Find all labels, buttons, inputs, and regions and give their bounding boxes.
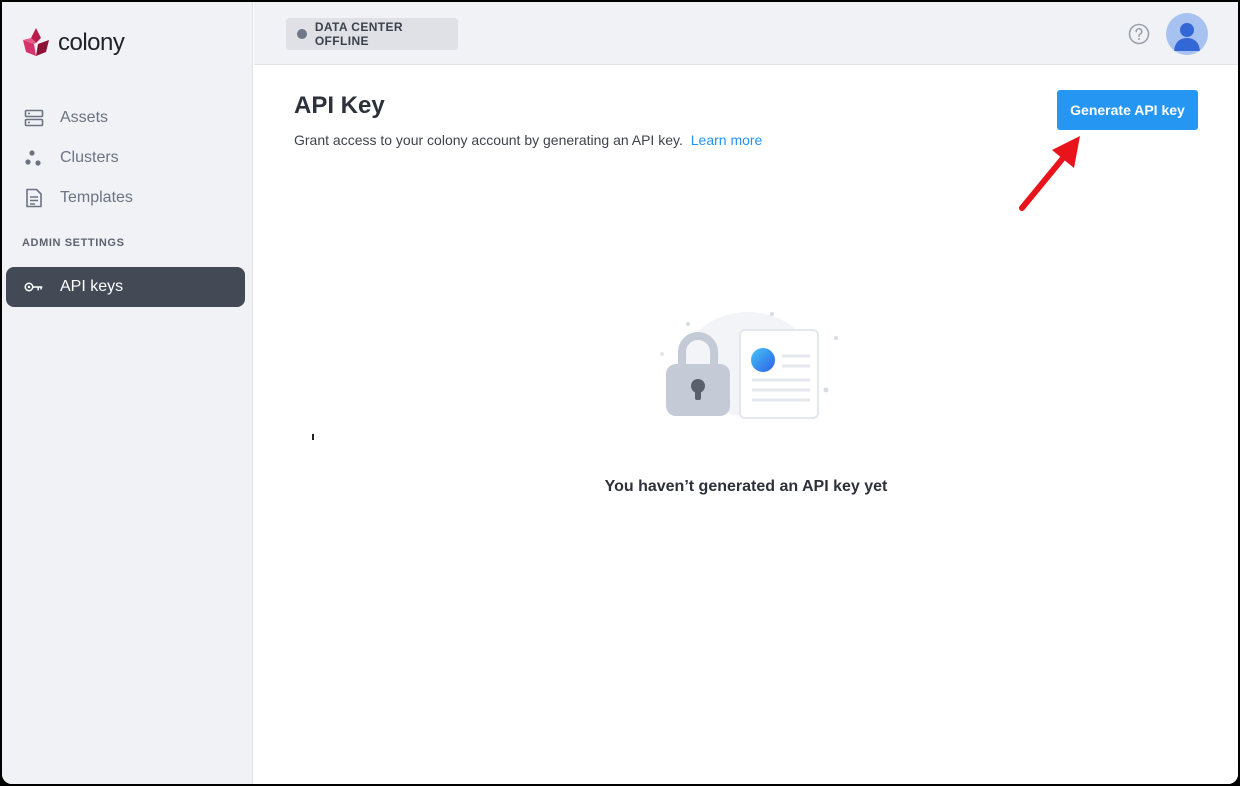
sidebar-item-label: API keys bbox=[60, 278, 124, 295]
admin-settings-heading: ADMIN SETTINGS bbox=[22, 237, 125, 249]
user-avatar-icon[interactable] bbox=[1166, 13, 1208, 55]
sidebar: colony Assets Clusters Templates ADMIN S… bbox=[2, 2, 253, 784]
sidebar-item-clusters[interactable]: Clusters bbox=[6, 138, 245, 178]
status-badge: DATA CENTER OFFLINE bbox=[286, 18, 458, 50]
brand-name: colony bbox=[58, 29, 125, 56]
status-badge-label: DATA CENTER OFFLINE bbox=[314, 20, 403, 48]
status-dot-icon bbox=[297, 29, 307, 39]
generate-api-key-button[interactable]: Generate API key bbox=[1057, 90, 1198, 130]
help-circle-icon[interactable] bbox=[1128, 23, 1150, 45]
app-window: colony Assets Clusters Templates ADMIN S… bbox=[2, 2, 1238, 784]
page-description-text: Grant access to your colony account by g… bbox=[294, 132, 683, 148]
sidebar-item-assets[interactable]: Assets bbox=[6, 98, 245, 138]
lock-document-illustration-icon bbox=[660, 312, 838, 419]
stray-mark bbox=[312, 434, 314, 440]
top-bar: DATA CENTER OFFLINE bbox=[254, 2, 1238, 65]
annotation-arrow-icon bbox=[1019, 136, 1080, 211]
brand-logo[interactable]: colony bbox=[20, 26, 125, 60]
learn-more-link[interactable]: Learn more bbox=[691, 132, 763, 148]
sidebar-item-label: Assets bbox=[60, 109, 109, 126]
page-description: Grant access to your colony account by g… bbox=[294, 132, 762, 148]
clusters-icon bbox=[24, 148, 44, 168]
colony-logo-icon bbox=[23, 28, 49, 56]
main-content: API Key Grant access to your colony acco… bbox=[254, 66, 1238, 784]
sidebar-item-templates[interactable]: Templates bbox=[6, 178, 245, 218]
server-icon bbox=[24, 108, 44, 128]
sidebar-item-api-keys[interactable]: API keys bbox=[6, 267, 245, 307]
key-icon bbox=[24, 277, 44, 297]
page-title: API Key bbox=[294, 92, 385, 119]
sidebar-item-label: Templates bbox=[60, 189, 133, 206]
sidebar-item-label: Clusters bbox=[60, 149, 119, 166]
empty-state-message: You haven’t generated an API key yet bbox=[604, 478, 888, 495]
document-icon bbox=[24, 188, 44, 208]
